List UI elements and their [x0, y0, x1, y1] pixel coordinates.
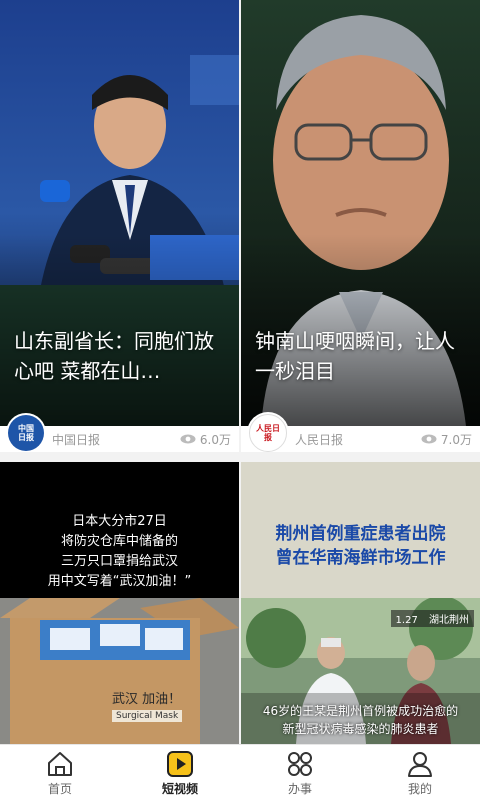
source-name[interactable]: 人民日报	[295, 431, 421, 448]
caption-line: 将防灾仓库中储备的	[60, 534, 178, 549]
headline-line: 荆州首例重症患者出院	[275, 524, 446, 544]
eye-icon	[180, 434, 196, 444]
tab-label: 首页	[47, 781, 72, 796]
video-title: 山东副省长：同胞们放心吧 菜都在山…	[14, 329, 214, 383]
source-logo-text: 中国日报	[18, 424, 34, 442]
source-logo: 人民日报	[249, 414, 287, 452]
tab-short-video[interactable]: 短视频	[120, 745, 240, 801]
box-label: Surgical Mask	[112, 710, 183, 722]
video-thumbnail: 日本大分市27日 将防灾仓库中储备的 三万只口罩捐给武汉 用中文写着“武汉加油！…	[0, 462, 239, 744]
location-text: 湖北荆州	[429, 615, 469, 626]
location-tag: 1.27 湖北荆州	[390, 610, 474, 627]
eye-icon	[421, 434, 437, 444]
headline-line: 曾在华南海鲜市场工作	[275, 548, 446, 568]
tab-profile[interactable]: 我的	[360, 745, 480, 801]
source-logo-text: 人民日报	[256, 424, 280, 442]
source-name[interactable]: 中国日报	[52, 431, 180, 448]
video-thumbnail: 山东副省长：同胞们放心吧 菜都在山…	[0, 0, 239, 426]
profile-icon	[408, 751, 432, 777]
date-tag: 1.27	[395, 615, 418, 626]
tab-services[interactable]: 办事	[240, 745, 360, 801]
tab-label: 短视频	[161, 781, 198, 796]
video-card[interactable]: 山东副省长：同胞们放心吧 菜都在山… 中国日报 中国日报 6.0万	[0, 0, 239, 452]
source-logo: 中国日报	[8, 415, 44, 451]
video-meta: 中国日报 中国日报 6.0万	[0, 415, 239, 452]
caption-line: 三万只口罩捐给武汉	[60, 554, 178, 569]
bottom-tab-bar: 首页 短视频 办事 我的	[0, 744, 480, 801]
view-count: 7.0万	[421, 431, 472, 448]
video-meta: 人民日报 人民日报 7.0万	[241, 414, 480, 452]
tab-label: 办事	[287, 781, 312, 796]
video-caption: 日本大分市27日 将防灾仓库中储备的 三万只口罩捐给武汉 用中文写着“武汉加油！…	[0, 512, 239, 592]
view-count-value: 6.0万	[199, 432, 231, 447]
home-icon	[48, 751, 72, 776]
caption-line: 用中文写着“武汉加油！”	[47, 574, 192, 589]
video-grid: 山东副省长：同胞们放心吧 菜都在山… 中国日报 中国日报 6.0万 钟南山哽咽瞬…	[0, 0, 480, 744]
video-thumbnail: 钟南山哽咽瞬间，让人一秒泪目	[241, 0, 480, 426]
short-video-icon	[167, 750, 193, 777]
video-card[interactable]: 钟南山哽咽瞬间，让人一秒泪目 人民日报 人民日报 7.0万	[241, 0, 480, 452]
video-headline: 荆州首例重症患者出院 曾在华南海鲜市场工作	[241, 522, 480, 570]
view-count-value: 7.0万	[440, 432, 472, 447]
subtitle-line: 46岁的王某是荆州首例被成功治愈的	[262, 704, 459, 718]
box-text: 武汉 加油！	[112, 692, 182, 707]
video-title: 钟南山哽咽瞬间，让人一秒泪目	[255, 329, 455, 383]
services-icon	[288, 751, 312, 776]
view-count: 6.0万	[180, 431, 231, 448]
caption-line: 日本大分市27日	[72, 514, 167, 529]
video-card[interactable]: 荆州首例重症患者出院 曾在华南海鲜市场工作 1.27 湖北荆州 46岁的王某是荆…	[241, 462, 480, 744]
video-thumbnail: 荆州首例重症患者出院 曾在华南海鲜市场工作 1.27 湖北荆州 46岁的王某是荆…	[241, 462, 480, 744]
video-subtitle: 46岁的王某是荆州首例被成功治愈的 新型冠状病毒感染的肺炎患者	[241, 702, 480, 738]
mask-box-image	[0, 598, 239, 744]
video-card[interactable]: 日本大分市27日 将防灾仓库中储备的 三万只口罩捐给武汉 用中文写着“武汉加油！…	[0, 462, 239, 744]
tab-label: 我的	[407, 781, 432, 796]
tab-home[interactable]: 首页	[0, 745, 120, 801]
subtitle-line: 新型冠状病毒感染的肺炎患者	[282, 722, 439, 736]
